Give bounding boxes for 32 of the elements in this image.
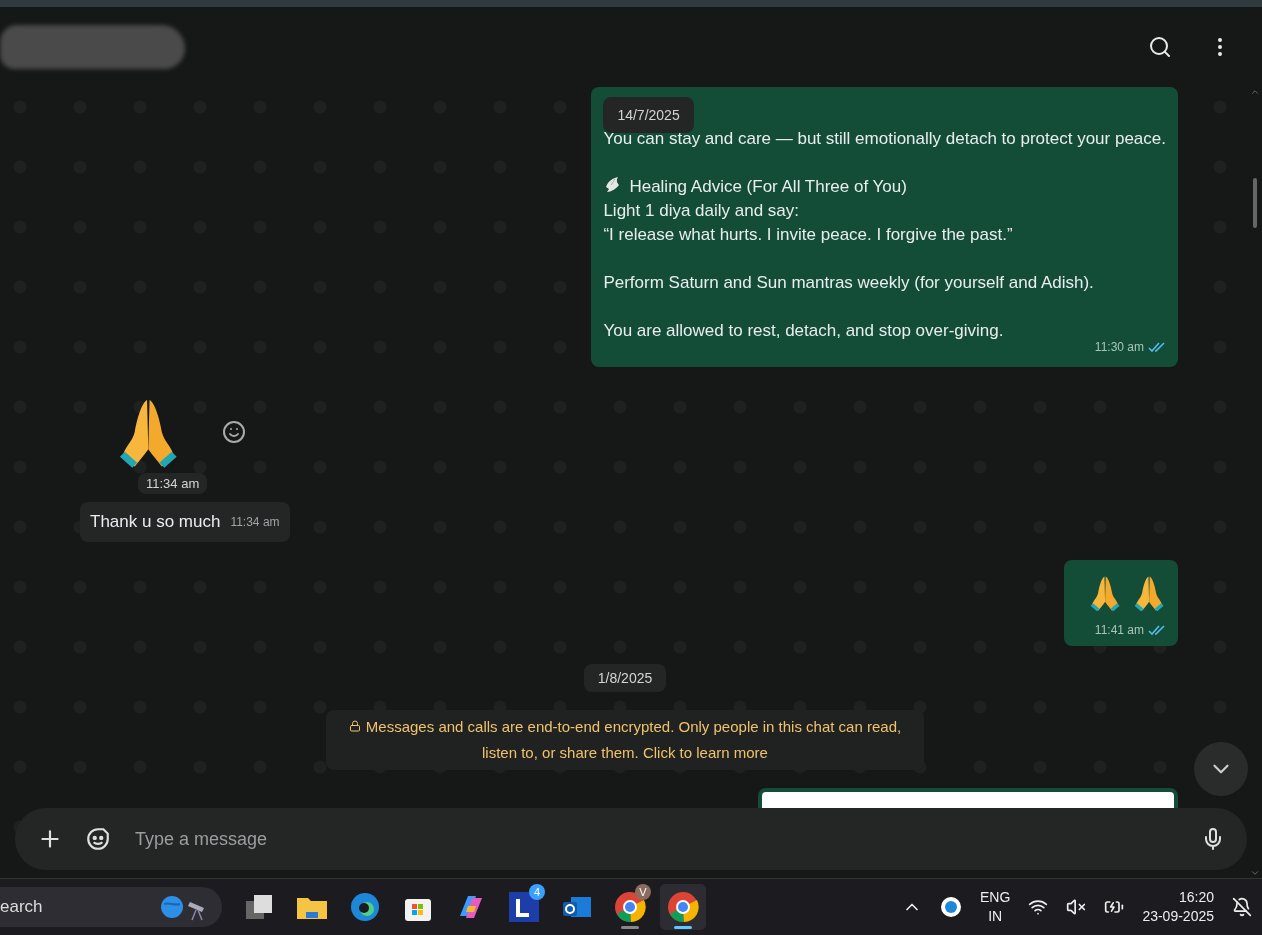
date-chip: 1/8/2025 [583, 664, 667, 692]
browser-icon [350, 892, 380, 922]
language-indicator[interactable]: ENG IN [980, 888, 1011, 926]
windows-icon [244, 893, 274, 921]
message-input[interactable]: Type a message [133, 827, 1179, 851]
muted-speaker-icon[interactable] [1066, 897, 1087, 917]
message-time: 11:34 am [138, 473, 208, 494]
wifi-icon[interactable] [1028, 897, 1049, 917]
notification-badge: 4 [529, 884, 545, 900]
chrome-icon [667, 891, 699, 923]
message-time: 11:34 am [230, 514, 280, 531]
message-text: Healing Advice (For All Three of You) Light 1 diya daily and say: “I release what hurts. I invite peace. I forgive the past.” [603, 175, 1014, 246]
search-icon[interactable] [1148, 35, 1172, 59]
browser-tray-icon[interactable] [940, 896, 963, 918]
profile-badge: V [635, 884, 651, 900]
emoji-reaction-icon[interactable] [221, 420, 246, 444]
notification-icon[interactable] [1232, 897, 1252, 917]
sticker-icon[interactable] [85, 826, 111, 852]
message-text: Perform Saturn and Sun mantras weekly (for yourself and Adish). [603, 272, 1095, 294]
clock[interactable]: 16:20 23-09-2025 [1142, 888, 1214, 926]
encryption-notice[interactable]: Messages and calls are end-to-end encrypted. Only people in this chat can read, listen to, or share them. Click to learn more [326, 710, 924, 770]
message-text: You are allowed to rest, detach, and stop over-giving. [603, 320, 1005, 342]
taskbar-app-button[interactable] [660, 884, 706, 930]
message-text: Thank u so much [90, 511, 221, 533]
scrollbar-thumb[interactable] [1253, 177, 1257, 228]
message-time: 11:41 am [1094, 622, 1144, 639]
taskbar-app-button[interactable]: V [607, 884, 653, 930]
date-chip: 14/7/2025 [603, 97, 694, 133]
message-composer[interactable]: Type a message [15, 808, 1247, 870]
message-time: 11:30 am [1094, 339, 1144, 356]
lock-icon [348, 720, 361, 732]
taskbar-search-field[interactable]: earch [0, 887, 222, 927]
